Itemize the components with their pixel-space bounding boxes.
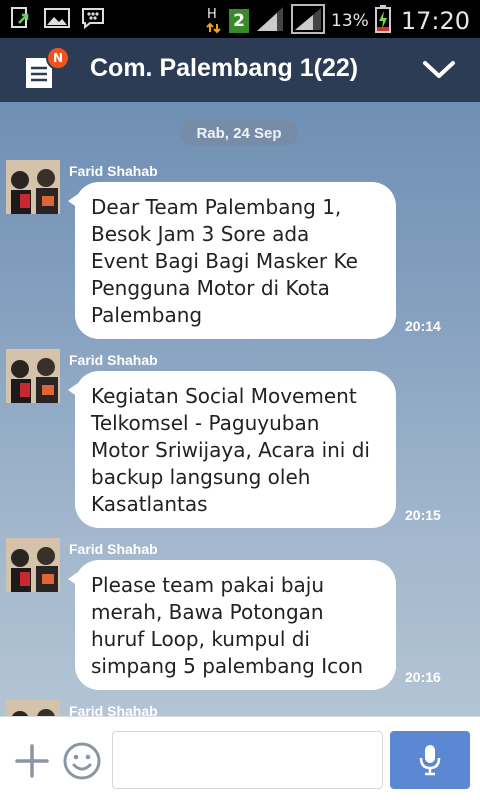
screenshot-icon: [8, 5, 34, 31]
avatar[interactable]: [6, 538, 60, 592]
message-time: 20:15: [405, 507, 441, 523]
date-separator: Rab, 24 Sep: [180, 120, 298, 146]
signal-icon: [255, 5, 285, 37]
message-bubble[interactable]: Dear Team Palembang 1, Besok Jam 3 Sore …: [68, 182, 396, 339]
message-time: 20:16: [405, 669, 441, 685]
sim2-icon: 2: [229, 9, 250, 33]
sender-name: Farid Shahab: [69, 703, 158, 716]
message-bubble[interactable]: Please team pakai baju merah, Bawa Poton…: [68, 560, 396, 690]
microphone-icon: [419, 745, 441, 776]
plus-icon: [15, 744, 49, 778]
notes-badge: N: [46, 46, 70, 70]
avatar[interactable]: [6, 349, 60, 403]
avatar[interactable]: [6, 700, 60, 716]
battery-percent: 13%: [331, 11, 369, 31]
chat-header: N Com. Palembang 1(22): [0, 38, 480, 102]
network-h-icon: H: [205, 7, 223, 35]
emoji-button[interactable]: [62, 741, 102, 781]
emoji-icon: [63, 742, 101, 780]
chevron-down-icon: [423, 61, 455, 78]
gallery-icon: [44, 5, 70, 31]
message-input[interactable]: [112, 731, 383, 789]
message-time: 20:14: [405, 318, 441, 334]
status-bar: H 2 13% 17:20: [0, 0, 480, 38]
battery-charging-icon: [374, 5, 391, 37]
clock: 17:20: [400, 7, 470, 35]
bbm-icon: [80, 5, 106, 31]
chat-title[interactable]: Com. Palembang 1(22): [90, 54, 358, 83]
sender-name: Farid Shahab: [69, 352, 158, 368]
message-bubble[interactable]: Kegiatan Social Movement Telkomsel - Pag…: [68, 371, 396, 528]
avatar[interactable]: [6, 160, 60, 214]
sender-name: Farid Shahab: [69, 541, 158, 557]
chat-area[interactable]: Rab, 24 Sep Farid Shahab Dear Team Palem…: [0, 102, 480, 716]
sender-name: Farid Shahab: [69, 163, 158, 179]
signal-icon: [291, 4, 326, 38]
menu-toggle-button[interactable]: [422, 54, 456, 84]
message-input-bar: [0, 716, 480, 800]
attach-button[interactable]: [14, 743, 50, 779]
voice-message-button[interactable]: [390, 731, 470, 789]
